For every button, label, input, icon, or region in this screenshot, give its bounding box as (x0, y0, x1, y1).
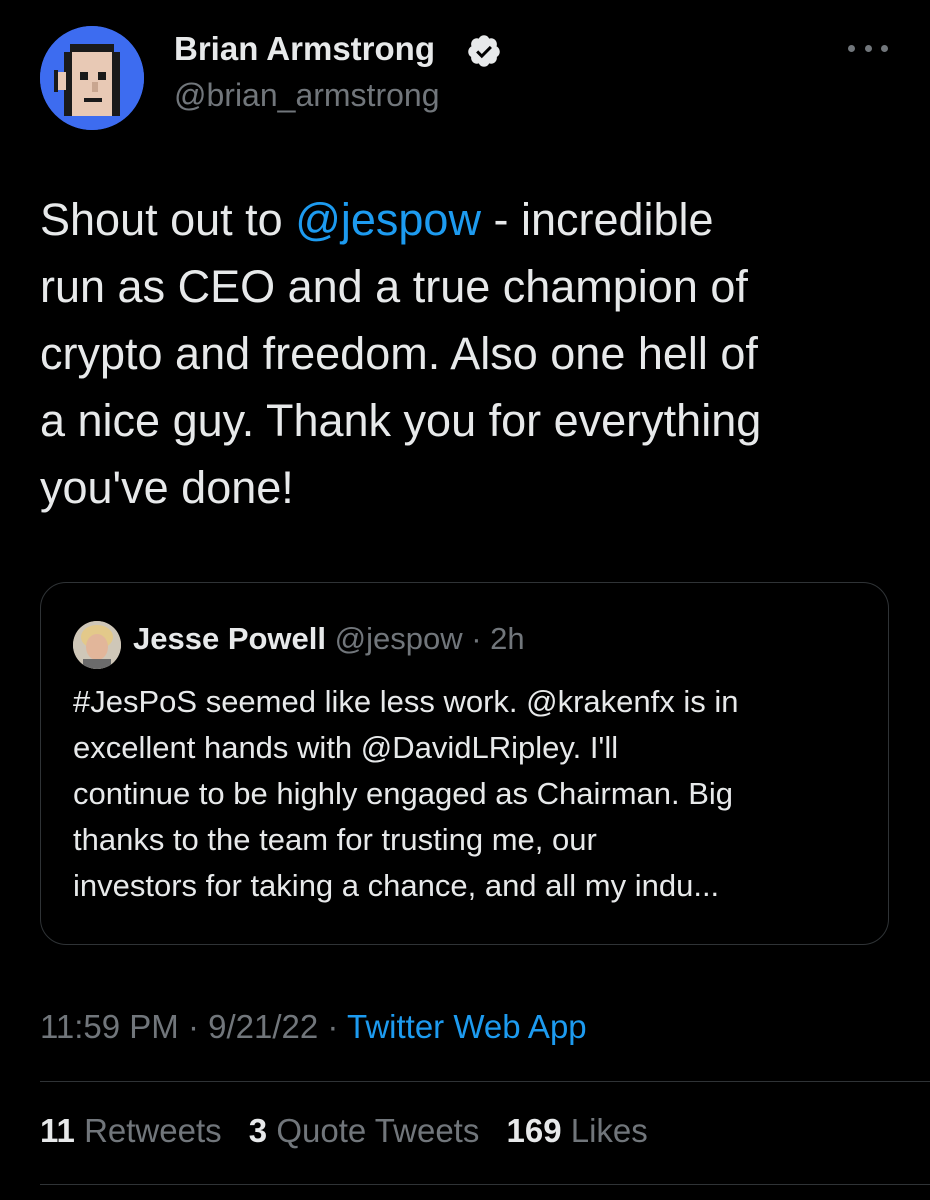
tweet-text: Shout out to @jespow - incredible run as… (40, 186, 900, 521)
verified-badge-icon (468, 35, 500, 67)
mention-link[interactable]: @jespow (295, 194, 481, 245)
tweet-meta: 11:59 PM · 9/21/22 · Twitter Web App (40, 1008, 587, 1046)
likes-count: 169 (506, 1112, 562, 1149)
retweets-label: Retweets (84, 1112, 222, 1149)
divider (40, 1081, 930, 1082)
separator: · (318, 1008, 347, 1045)
tweet-line: a nice guy. Thank you for everything (40, 395, 762, 446)
tweet-time[interactable]: 11:59 PM (40, 1008, 179, 1045)
quoted-author-handle[interactable]: @jespow (335, 621, 463, 656)
quoted-tweet-time[interactable]: 2h (490, 621, 524, 656)
quoted-line: investors for taking a chance, and all m… (73, 868, 720, 903)
tweet-text-segment: - incredible (480, 194, 714, 245)
tweet-source-link[interactable]: Twitter Web App (347, 1008, 587, 1045)
tweet-line: Shout out to @jespow - incredible (40, 186, 900, 253)
tweet-text-segment: Shout out to (40, 194, 296, 245)
quotes-count: 3 (248, 1112, 268, 1149)
quotes-label: Quote Tweets (276, 1112, 480, 1149)
tweet-line: you've done! (40, 462, 294, 513)
quoted-author-avatar[interactable] (73, 621, 121, 669)
separator: · (462, 621, 491, 656)
quoted-tweet-text: #JesPoS seemed like less work. @krakenfx… (73, 679, 873, 909)
tweet-date[interactable]: 9/21/22 (208, 1008, 318, 1045)
tweet-line: run as CEO and a true champion of (40, 261, 748, 312)
dot (881, 44, 888, 52)
quoted-tweet-header: Jesse Powell @jespow · 2h (133, 621, 525, 657)
more-dots-icon[interactable] (848, 36, 888, 60)
quote-tweets-stat[interactable]: 3 Quote Tweets (249, 1112, 480, 1149)
author-display-name[interactable]: Brian Armstrong (174, 30, 435, 68)
dot (864, 44, 872, 52)
quoted-line: thanks to the team for trusting me, our (73, 822, 597, 857)
pixel-face-icon (40, 26, 144, 130)
retweets-count: 11 (40, 1112, 75, 1149)
avatar-photo-icon (73, 621, 121, 669)
likes-stat[interactable]: 169 Likes (507, 1112, 648, 1149)
tweet-line: crypto and freedom. Also one hell of (40, 328, 758, 379)
separator: · (178, 1008, 209, 1045)
quoted-author-name[interactable]: Jesse Powell (133, 621, 326, 656)
quoted-line: continue to be highly engaged as Chairma… (73, 776, 734, 811)
tweet-stats: 11 Retweets 3 Quote Tweets 169 Likes (40, 1112, 666, 1150)
quoted-line: excellent hands with @DavidLRipley. I'll (73, 730, 619, 765)
author-avatar[interactable] (40, 26, 144, 130)
quoted-line: #JesPoS seemed like less work. @krakenfx… (73, 684, 739, 719)
retweets-stat[interactable]: 11 Retweets (40, 1112, 222, 1149)
likes-label: Likes (570, 1112, 648, 1149)
dot (848, 44, 855, 52)
divider (40, 1184, 930, 1185)
author-handle[interactable]: @brian_armstrong (174, 77, 439, 114)
quoted-tweet-card[interactable]: Jesse Powell @jespow · 2h #JesPoS seemed… (40, 582, 889, 945)
